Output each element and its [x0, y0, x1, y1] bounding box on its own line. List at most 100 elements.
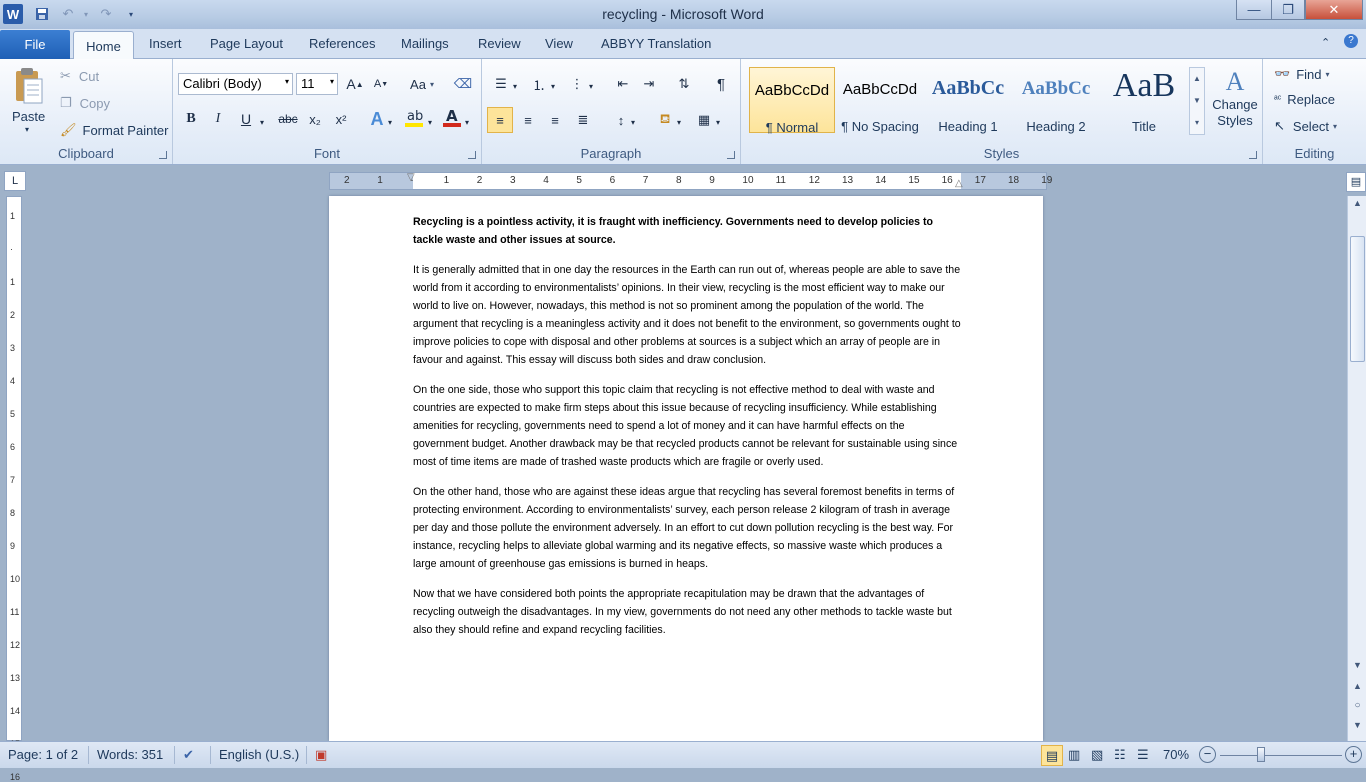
help-icon[interactable]: ?	[1344, 34, 1358, 48]
zoom-slider-thumb[interactable]	[1257, 747, 1265, 762]
draft-icon[interactable]: ☰	[1137, 747, 1149, 763]
show-formatting-icon[interactable]: ¶	[710, 73, 732, 95]
tab-review[interactable]: Review	[478, 36, 521, 51]
align-right-icon[interactable]: ≡	[544, 109, 566, 131]
vertical-scrollbar[interactable]: ▲ ▼ ▲ ○ ▼	[1347, 196, 1366, 741]
copy-button[interactable]: ❐ Copy	[60, 95, 110, 111]
shrink-font-button[interactable]: A ▼	[370, 73, 392, 95]
numbering-icon[interactable]: ⒈	[528, 73, 550, 95]
clipboard-launcher-icon[interactable]	[159, 151, 167, 159]
document-page[interactable]: Recycling is a pointless activity, it is…	[329, 196, 1043, 741]
style-title[interactable]: AaB Title	[1101, 67, 1187, 134]
numbering-dropdown-icon[interactable]: ▾	[548, 75, 558, 97]
horizontal-ruler[interactable]: 2 1 · 1 2 3 4 5 6 7 8 9 10 11 12 13 14 15 16 17 18 19 ▽ △	[329, 172, 1052, 190]
tab-references[interactable]: References	[309, 36, 375, 51]
scroll-down-icon[interactable]: ▼	[1190, 90, 1204, 112]
zoom-level[interactable]: 70%	[1163, 747, 1189, 762]
zoom-slider[interactable]	[1220, 755, 1342, 756]
multilevel-list-icon[interactable]: ⋮	[566, 73, 588, 95]
cut-button[interactable]: ✂ Cut	[60, 68, 99, 84]
scroll-down-icon[interactable]: ▼	[1350, 660, 1365, 670]
proofing-icon[interactable]: ✔	[183, 747, 194, 763]
align-center-icon[interactable]: ≡	[517, 109, 539, 131]
borders-icon[interactable]: ▦	[693, 109, 715, 131]
document-body[interactable]: Recycling is a pointless activity, it is…	[413, 213, 961, 651]
tab-mailings[interactable]: Mailings	[401, 36, 449, 51]
style-heading-1[interactable]: AaBbCc Heading 1	[925, 67, 1011, 134]
scroll-up-icon[interactable]: ▲	[1190, 68, 1204, 90]
language[interactable]: English (U.S.)	[219, 747, 299, 762]
font-color-dropdown-icon[interactable]: ▾	[462, 111, 472, 133]
next-page-icon[interactable]: ▼	[1350, 720, 1365, 730]
align-left-button[interactable]: ≡	[487, 107, 513, 133]
style-no-spacing[interactable]: AaBbCcDd ¶ No Spacing	[837, 67, 923, 134]
paste-dropdown-icon[interactable]: ▾	[25, 125, 29, 134]
font-color-icon[interactable]: A	[441, 106, 463, 128]
justify-icon[interactable]: ≣	[572, 109, 594, 131]
multilevel-dropdown-icon[interactable]: ▾	[586, 75, 596, 97]
grow-font-button[interactable]: A ▲	[344, 73, 366, 95]
word-count[interactable]: Words: 351	[97, 747, 163, 762]
decrease-indent-icon[interactable]: ⇤	[612, 73, 634, 95]
subscript-button[interactable]: x₂	[304, 108, 326, 130]
tab-selector-icon[interactable]: L	[4, 171, 26, 191]
font-launcher-icon[interactable]	[468, 151, 476, 159]
view-ruler-icon[interactable]: ▤	[1346, 172, 1366, 192]
previous-page-icon[interactable]: ▲	[1350, 681, 1365, 691]
line-spacing-dropdown-icon[interactable]: ▾	[628, 111, 638, 133]
macro-recording-icon[interactable]: ▣	[315, 747, 327, 763]
web-layout-icon[interactable]: ▧	[1091, 747, 1103, 763]
strikethrough-button[interactable]: abc	[275, 108, 301, 130]
shading-icon[interactable]: ⛾	[654, 109, 676, 131]
increase-indent-icon[interactable]: ⇥	[638, 73, 660, 95]
superscript-button[interactable]: x²	[330, 108, 352, 130]
zoom-out-icon[interactable]: −	[1199, 746, 1216, 763]
tab-abbyy-translation[interactable]: ABBYY Translation	[601, 36, 711, 51]
bold-button[interactable]: B	[180, 108, 202, 130]
full-screen-reading-icon[interactable]: ▥	[1068, 747, 1080, 763]
minimize-button[interactable]: —	[1236, 0, 1272, 20]
first-line-indent-marker[interactable]: ▽	[407, 172, 415, 183]
tab-home[interactable]: Home	[73, 31, 134, 60]
styles-gallery-scroll[interactable]: ▲ ▼ ▾	[1189, 67, 1205, 135]
vertical-ruler[interactable]: 1·12345678910111213141516	[6, 196, 22, 782]
shading-dropdown-icon[interactable]: ▾	[674, 111, 684, 133]
scroll-up-icon[interactable]: ▲	[1350, 198, 1365, 208]
right-indent-marker[interactable]: △	[955, 178, 963, 189]
bullets-dropdown-icon[interactable]: ▾	[510, 75, 520, 97]
italic-button[interactable]: I	[207, 108, 229, 130]
restore-button[interactable]: ❐	[1271, 0, 1305, 20]
tab-file[interactable]: File	[0, 30, 70, 59]
page-count[interactable]: Page: 1 of 2	[8, 747, 78, 762]
underline-dropdown-icon[interactable]: ▾	[257, 111, 267, 133]
change-case-button[interactable]: Aa ▾	[406, 73, 438, 95]
more-icon[interactable]: ▾	[1190, 112, 1204, 134]
font-size-combo[interactable]: 11 ▾	[296, 73, 338, 95]
find-button[interactable]: 👓 Find ▾	[1274, 66, 1330, 82]
zoom-in-icon[interactable]: +	[1345, 746, 1362, 763]
paste-button[interactable]: Paste	[12, 109, 45, 124]
tab-insert[interactable]: Insert	[149, 36, 182, 51]
paste-icon[interactable]	[10, 65, 48, 109]
font-name-combo[interactable]: Calibri (Body) ▾	[178, 73, 293, 95]
underline-button[interactable]: U	[235, 108, 257, 130]
borders-dropdown-icon[interactable]: ▾	[713, 111, 723, 133]
text-effects-dropdown-icon[interactable]: ▾	[385, 111, 395, 133]
highlight-icon[interactable]: ab	[403, 106, 425, 128]
styles-launcher-icon[interactable]	[1249, 151, 1257, 159]
print-layout-icon[interactable]: ▤	[1041, 745, 1063, 766]
change-styles-button[interactable]: A Change Styles	[1211, 67, 1259, 137]
select-button[interactable]: ↖ Select ▾	[1274, 118, 1337, 134]
clear-formatting-icon[interactable]: ⌫	[452, 73, 474, 95]
style-heading-2[interactable]: AaBbCc Heading 2	[1013, 67, 1099, 134]
outline-icon[interactable]: ☷	[1114, 747, 1126, 763]
format-painter-button[interactable]: 🖌 Format Painter	[60, 122, 169, 138]
replace-button[interactable]: ᵃᶜ Replace	[1274, 92, 1335, 107]
scroll-thumb[interactable]	[1350, 236, 1365, 362]
tab-view[interactable]: View	[545, 36, 573, 51]
tab-page-layout[interactable]: Page Layout	[210, 36, 283, 51]
minimize-ribbon-icon[interactable]: ⌃	[1321, 36, 1330, 49]
close-button[interactable]: ✕	[1305, 0, 1363, 20]
paragraph-launcher-icon[interactable]	[727, 151, 735, 159]
bullets-icon[interactable]: ☰	[490, 73, 512, 95]
